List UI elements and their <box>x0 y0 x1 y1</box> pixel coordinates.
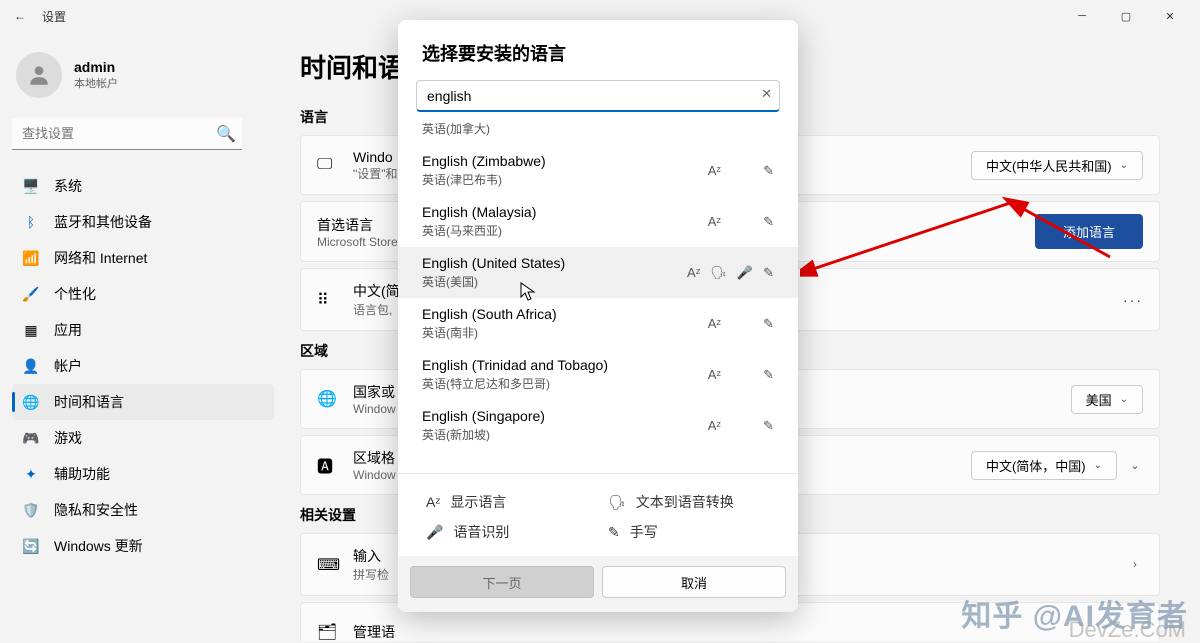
feature-display: Aᶻ显示语言 <box>426 492 588 512</box>
chevron-down-icon: ⌄ <box>1120 160 1128 171</box>
search-input[interactable] <box>12 118 242 150</box>
bluetooth-icon: ᛒ <box>22 213 40 231</box>
expand-toggle[interactable]: ⌄ <box>1127 459 1143 472</box>
sidebar-item-update[interactable]: 🔄Windows 更新 <box>12 528 274 564</box>
mic-icon: 🎤 <box>426 524 443 541</box>
shield-icon: 🛡️ <box>22 501 40 519</box>
globe-clock-icon: 🌐 <box>22 393 40 411</box>
system-icon: 🖥️ <box>22 177 40 195</box>
country-combo[interactable]: 美国⌄ <box>1071 385 1143 414</box>
wifi-icon: 📶 <box>22 249 40 267</box>
search-box[interactable]: 🔍 <box>12 118 274 150</box>
keyboard-icon: ⌨ <box>317 555 337 575</box>
feature-tts: 🗣文本到语音转换 <box>608 492 770 512</box>
sidebar-item-personalize[interactable]: 🖌️个性化 <box>12 276 274 312</box>
person-icon: 👤 <box>22 357 40 375</box>
sidebar-item-accounts[interactable]: 👤帐户 <box>12 348 274 384</box>
next-button[interactable]: 下一页 <box>410 566 594 598</box>
language-item[interactable]: English (Trinidad and Tobago)英语(特立尼达和多巴哥… <box>398 349 798 400</box>
language-item[interactable]: English (Zimbabwe)英语(津巴布韦)Aᶻ✎ <box>398 145 798 196</box>
maximize-button[interactable]: ▢ <box>1104 0 1148 32</box>
user-name: admin <box>74 59 118 75</box>
minimize-button[interactable]: ─ <box>1060 0 1104 32</box>
user-sub: 本地帐户 <box>74 75 118 91</box>
language-item[interactable]: 英语(加拿大) <box>398 118 798 145</box>
globe-icon: 🌐 <box>317 389 337 409</box>
cancel-button[interactable]: 取消 <box>602 566 786 598</box>
sidebar-item-time[interactable]: 🌐时间和语言 <box>12 384 274 420</box>
accessibility-icon: ✦ <box>22 465 40 483</box>
back-button[interactable]: ← <box>8 9 32 23</box>
user-block[interactable]: admin 本地帐户 <box>12 44 274 118</box>
language-item[interactable]: English (South Africa)英语(南非)Aᶻ✎ <box>398 298 798 349</box>
display-language-combo[interactable]: 中文(中华人民共和国)⌄ <box>971 151 1143 180</box>
drag-icon[interactable]: ⠿ <box>317 290 337 310</box>
sidebar: admin 本地帐户 🔍 🖥️系统 ᛒ蓝牙和其他设备 📶网络和 Internet… <box>0 32 290 641</box>
dialog-title: 选择要安装的语言 <box>398 20 798 80</box>
clear-search-icon[interactable]: ✕ <box>761 86 772 102</box>
handwriting-icon: ✎ <box>608 524 620 541</box>
format-combo[interactable]: 中文(简体，中国)⌄ <box>971 451 1117 480</box>
chevron-right-icon: › <box>1127 559 1143 571</box>
sidebar-item-system[interactable]: 🖥️系统 <box>12 168 274 204</box>
add-language-button[interactable]: 添加语言 <box>1035 214 1143 249</box>
window-title: 设置 <box>42 8 66 25</box>
gamepad-icon: 🎮 <box>22 429 40 447</box>
more-button[interactable]: ··· <box>1123 292 1143 308</box>
watermark2: DevZe.CoM <box>1069 617 1186 643</box>
feature-handwriting: ✎手写 <box>608 522 770 542</box>
chevron-down-icon: ⌄ <box>1094 460 1102 471</box>
sidebar-item-bluetooth[interactable]: ᛒ蓝牙和其他设备 <box>12 204 274 240</box>
sidebar-item-apps[interactable]: ▦应用 <box>12 312 274 348</box>
update-icon: 🔄 <box>22 537 40 555</box>
sidebar-item-network[interactable]: 📶网络和 Internet <box>12 240 274 276</box>
globe-a-icon: 🅰 <box>317 453 337 477</box>
sidebar-item-accessibility[interactable]: ✦辅助功能 <box>12 456 274 492</box>
sidebar-item-privacy[interactable]: 🛡️隐私和安全性 <box>12 492 274 528</box>
language-search-input[interactable] <box>416 80 780 112</box>
brush-icon: 🖌️ <box>22 285 40 303</box>
add-language-dialog: 选择要安装的语言 ✕ 英语(加拿大)English (Zimbabwe)英语(津… <box>398 20 798 612</box>
language-list[interactable]: 英语(加拿大)English (Zimbabwe)英语(津巴布韦)Aᶻ✎Engl… <box>398 118 798 474</box>
language-item[interactable]: English (United States)英语(美国)Aᶻ🗣🎤✎ <box>398 247 798 298</box>
monitor-icon: 🖵 <box>317 156 337 174</box>
admin-icon: 🗂 <box>317 622 337 641</box>
tts-icon: 🗣 <box>608 494 626 511</box>
sidebar-item-gaming[interactable]: 🎮游戏 <box>12 420 274 456</box>
close-button[interactable]: ✕ <box>1148 0 1192 32</box>
feature-speech: 🎤语音识别 <box>426 522 588 542</box>
language-item[interactable]: English (Singapore)英语(新加坡)Aᶻ✎ <box>398 400 798 451</box>
search-icon: 🔍 <box>216 124 236 144</box>
chevron-down-icon: ⌄ <box>1120 394 1128 405</box>
language-item[interactable]: English (Malaysia)英语(马来西亚)Aᶻ✎ <box>398 196 798 247</box>
apps-icon: ▦ <box>22 321 40 339</box>
display-icon: Aᶻ <box>426 494 440 510</box>
avatar <box>16 52 62 98</box>
